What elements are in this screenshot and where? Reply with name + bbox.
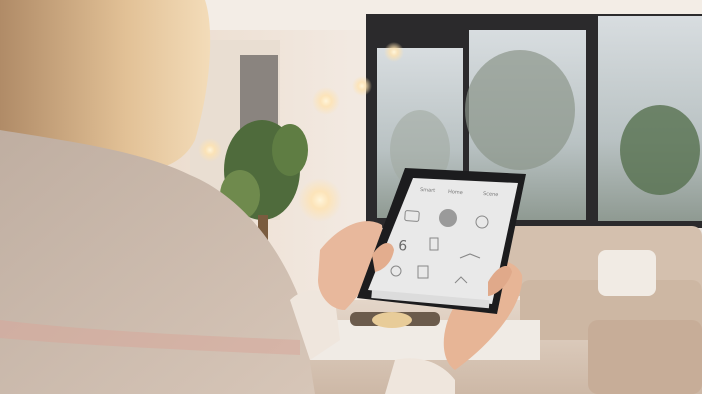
tablet-header-2: Home [448, 189, 463, 196]
lamp-light [384, 42, 404, 62]
tablet-header-1: Smart [420, 187, 436, 194]
lamp-light [298, 178, 342, 222]
photo-scene: Smart Home Scene 6 [0, 0, 702, 394]
lamp-light [198, 138, 222, 162]
chat-bubble-icon[interactable] [439, 209, 457, 227]
tablet-header-3: Scene [483, 191, 499, 198]
tablet-big-number: 6 [398, 238, 408, 255]
photo-illustration: Smart Home Scene 6 [0, 0, 702, 394]
lamp-light [312, 87, 340, 115]
lamp-light [352, 76, 372, 96]
